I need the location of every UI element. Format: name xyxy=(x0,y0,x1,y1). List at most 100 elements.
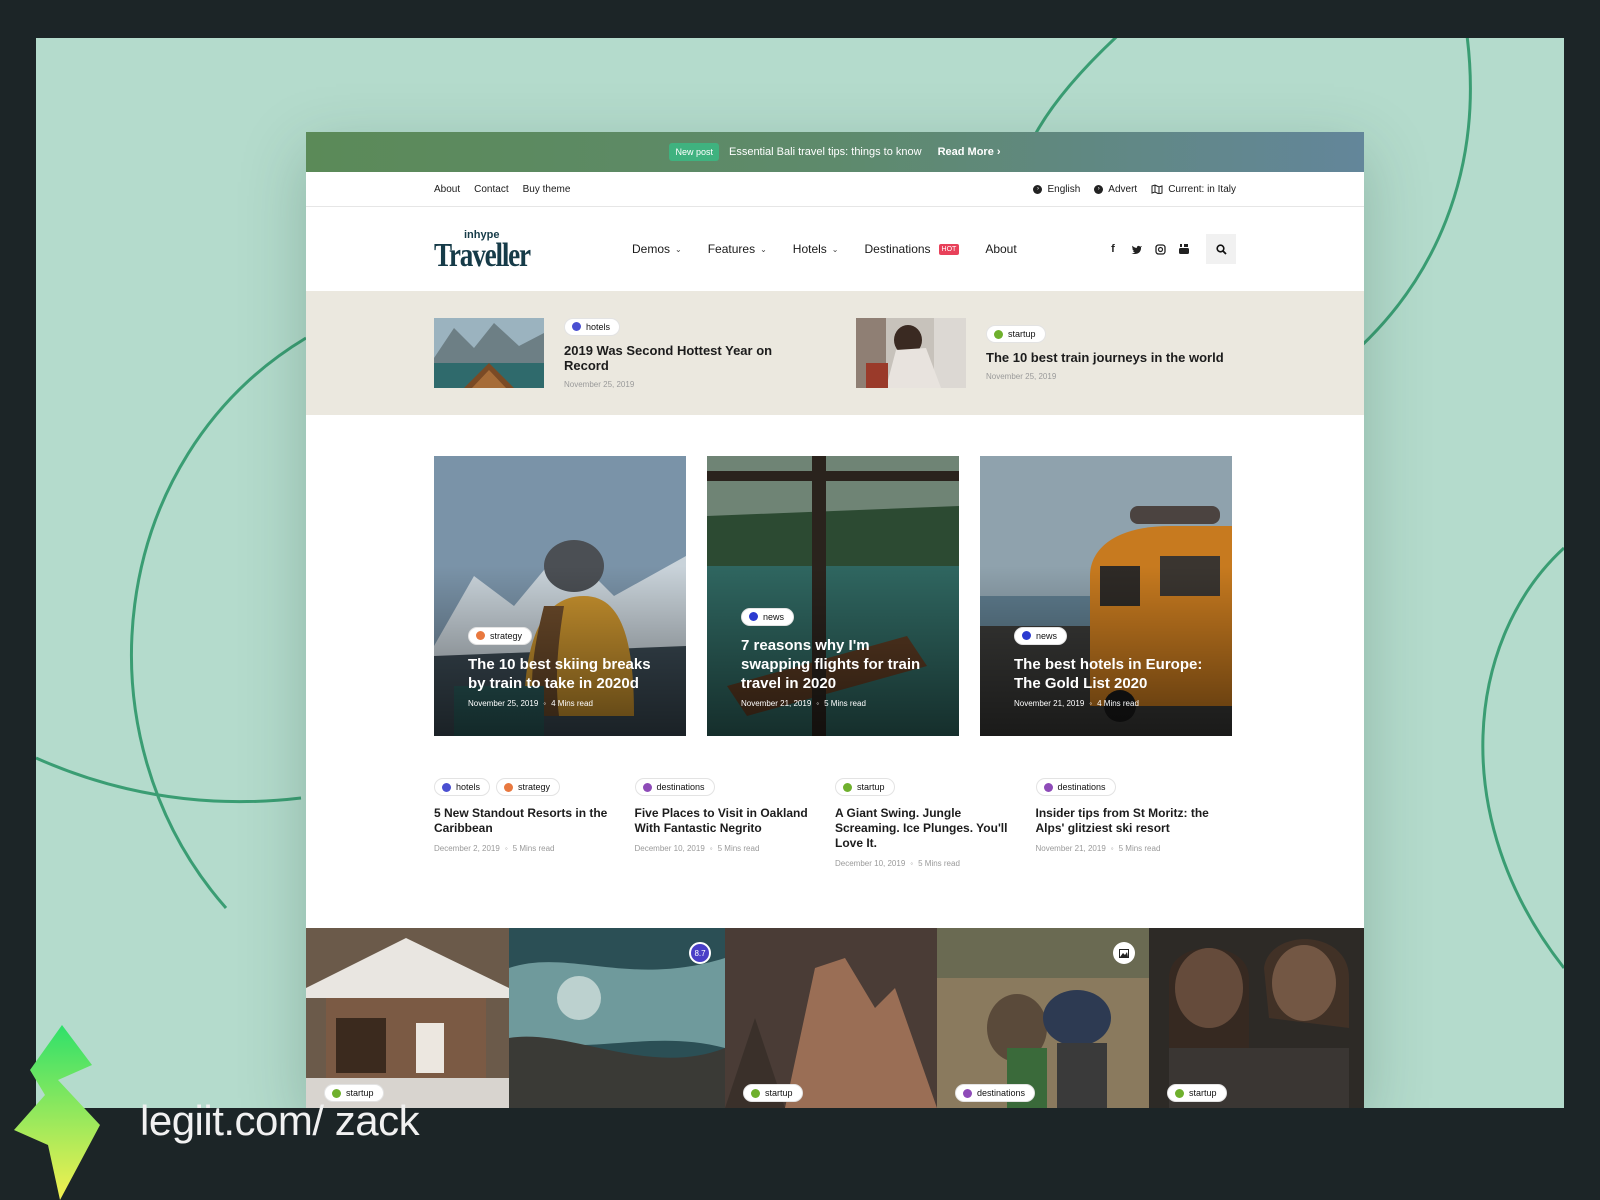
category-label: startup xyxy=(1008,329,1036,339)
nav-item-hotels[interactable]: Hotels ⌄ xyxy=(793,242,839,256)
category-label: startup xyxy=(765,1088,793,1098)
category-pill[interactable]: destinations xyxy=(955,1084,1036,1102)
search-icon xyxy=(1215,243,1227,255)
strip-post[interactable]: hotels 2019 Was Second Hottest Year on R… xyxy=(434,317,814,389)
advert-label: Advert xyxy=(1108,183,1138,195)
gallery-tile[interactable]: 8.7 xyxy=(509,928,725,1108)
featured-card[interactable]: news The best hotels in Europe: The Gold… xyxy=(980,456,1232,736)
post-date: December 10, 2019 xyxy=(835,859,906,868)
post-date: November 21, 2019 xyxy=(741,699,812,708)
category-pill[interactable]: news xyxy=(1014,626,1068,645)
location-label: Current: in Italy xyxy=(1168,183,1236,195)
nav-item-destinations[interactable]: Destinations HOT xyxy=(865,242,960,256)
category-pill[interactable]: startup xyxy=(1167,1084,1227,1102)
category-dot xyxy=(442,782,451,792)
category-pill[interactable]: strategy xyxy=(468,626,533,645)
category-pill[interactable]: hotels xyxy=(434,778,491,796)
category-label: destinations xyxy=(656,782,705,792)
utility-link-contact[interactable]: Contact xyxy=(474,184,508,195)
post-title[interactable]: 2019 Was Second Hottest Year on Record xyxy=(564,343,814,373)
utility-link-buy-theme[interactable]: Buy theme xyxy=(523,184,571,195)
image-icon xyxy=(1113,942,1135,964)
category-label: hotels xyxy=(456,782,481,792)
category-pill[interactable]: news xyxy=(741,607,795,626)
facebook-icon[interactable]: f xyxy=(1107,243,1119,255)
featured-card[interactable]: strategy The 10 best skiing breaks by tr… xyxy=(434,456,686,736)
card-meta: November 25, 2019 ◦ 4 Mins read xyxy=(468,699,660,708)
category-dot xyxy=(572,322,581,331)
post-title[interactable]: A Giant Swing. Jungle Screaming. Ice Plu… xyxy=(835,806,1020,851)
category-dot xyxy=(994,329,1003,339)
location-indicator[interactable]: Current: in Italy xyxy=(1151,184,1236,195)
card-title[interactable]: The best hotels in Europe: The Gold List… xyxy=(1014,655,1206,693)
red-rock-image xyxy=(725,928,937,1108)
gallery-tile[interactable]: startup xyxy=(1149,928,1364,1108)
category-pill[interactable]: startup xyxy=(835,778,895,796)
read-time: 4 Mins read xyxy=(551,699,593,708)
nav-label: Hotels xyxy=(792,242,827,256)
category-label: startup xyxy=(1189,1088,1217,1098)
website-preview: New post Essential Bali travel tips: thi… xyxy=(306,132,1364,1108)
nav-item-demos[interactable]: Demos ⌄ xyxy=(632,242,682,256)
nav-item-features[interactable]: Features ⌄ xyxy=(708,242,767,256)
chevron-down-icon: ⌄ xyxy=(831,244,839,254)
category-label: destinations xyxy=(977,1088,1026,1098)
post-date: November 21, 2019 xyxy=(1014,699,1085,708)
clock-icon: ◦ xyxy=(504,844,508,853)
post-title[interactable]: 5 New Standout Resorts in the Caribbean xyxy=(434,806,619,836)
read-time: 4 Mins read xyxy=(1097,699,1139,708)
clock-icon: ◦ xyxy=(709,844,713,853)
utility-link-about[interactable]: About xyxy=(434,184,460,195)
post-date: December 10, 2019 xyxy=(634,844,705,853)
social-links: f xyxy=(1107,207,1236,291)
clock-icon: ◦ xyxy=(816,699,820,708)
gallery-tile[interactable]: destinations xyxy=(937,928,1149,1108)
category-dot xyxy=(476,631,485,640)
post-date: November 25, 2019 xyxy=(564,379,635,389)
post-title[interactable]: Five Places to Visit in Oakland With Fan… xyxy=(635,806,820,836)
language-selector[interactable]: › English xyxy=(1033,184,1080,195)
friends-laughing-image xyxy=(1149,928,1364,1108)
gallery-tile[interactable]: startup xyxy=(725,928,937,1108)
category-dot xyxy=(642,782,652,792)
strip-post[interactable]: startup The 10 best train journeys in th… xyxy=(856,318,1236,388)
read-time: 5 Mins read xyxy=(717,844,760,853)
category-label: strategy xyxy=(518,782,551,792)
twitter-icon[interactable] xyxy=(1131,244,1143,255)
instagram-icon[interactable] xyxy=(1155,243,1166,255)
youtube-icon[interactable] xyxy=(1178,243,1190,255)
category-pill[interactable]: destinations xyxy=(634,778,715,796)
category-pill[interactable]: startup xyxy=(743,1084,803,1102)
category-label: startup xyxy=(857,782,885,792)
post-title[interactable]: The 10 best train journeys in the world xyxy=(986,350,1224,365)
category-label: news xyxy=(763,611,785,622)
category-label: strategy xyxy=(490,630,523,641)
list-item: destinations Insider tips from St Moritz… xyxy=(1035,778,1237,868)
site-logo[interactable]: inhype Traveller xyxy=(434,229,554,274)
clock-icon: ◦ xyxy=(1110,844,1114,853)
post-date: November 25, 2019 xyxy=(468,699,539,708)
category-dot xyxy=(504,782,514,792)
watermark-text: legiit.com/ zack xyxy=(140,1097,420,1144)
category-pill[interactable]: destinations xyxy=(1035,778,1116,796)
card-title[interactable]: The 10 best skiing breaks by train to ta… xyxy=(468,655,660,693)
mockup-background: New post Essential Bali travel tips: thi… xyxy=(36,38,1564,1108)
category-pill[interactable]: startup xyxy=(986,325,1046,343)
card-meta: November 21, 2019 ◦ 5 Mins read xyxy=(741,699,933,708)
announcement-text[interactable]: Essential Bali travel tips: things to kn… xyxy=(729,146,922,158)
search-button[interactable] xyxy=(1206,234,1236,264)
card-title[interactable]: 7 reasons why I'm swapping flights for t… xyxy=(741,636,933,693)
category-pill[interactable]: strategy xyxy=(496,778,561,796)
featured-card[interactable]: news 7 reasons why I'm swapping flights … xyxy=(707,456,959,736)
advert-link[interactable]: › Advert xyxy=(1094,184,1137,195)
featured-cards: strategy The 10 best skiing breaks by tr… xyxy=(306,415,1364,736)
nav-item-about[interactable]: About xyxy=(985,242,1016,256)
post-title[interactable]: Insider tips from St Moritz: the Alps' g… xyxy=(1036,806,1221,836)
category-pill[interactable]: hotels xyxy=(564,317,621,336)
read-time: 5 Mins read xyxy=(824,699,866,708)
category-dot xyxy=(1043,782,1053,792)
nav-label: Destinations xyxy=(864,242,931,256)
read-more-link[interactable]: Read More › xyxy=(938,146,1001,158)
clock-icon: ◦ xyxy=(543,699,547,708)
new-post-badge: New post xyxy=(669,143,719,161)
